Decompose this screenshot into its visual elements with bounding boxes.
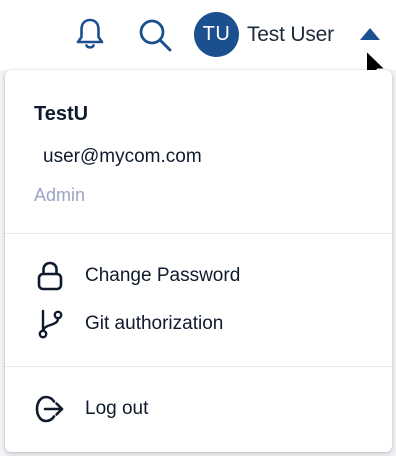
logout-label: Log out	[85, 398, 149, 419]
git-authorization-label: Git authorization	[85, 313, 224, 334]
logout-icon	[32, 391, 68, 427]
profile-email: user@mycom.com	[43, 146, 202, 167]
git-authorization-item[interactable]: Git authorization	[5, 302, 392, 346]
page: TU Test User TestU user@mycom.com Admin …	[0, 0, 396, 456]
profile-role: Admin	[34, 185, 86, 205]
notifications-button[interactable]	[72, 16, 108, 52]
divider	[5, 233, 392, 234]
git-branch-icon	[32, 306, 68, 342]
user-dropdown-menu: TestU user@mycom.com Admin Change Passwo…	[5, 70, 392, 452]
top-bar: TU Test User	[0, 0, 396, 84]
lock-icon	[32, 258, 68, 294]
logout-item[interactable]: Log out	[5, 387, 392, 431]
avatar[interactable]: TU	[194, 12, 239, 57]
caret-up-icon[interactable]	[359, 27, 381, 41]
search-icon	[139, 19, 172, 52]
user-name[interactable]: Test User	[247, 23, 334, 47]
change-password-label: Change Password	[85, 265, 241, 286]
change-password-item[interactable]: Change Password	[5, 254, 392, 298]
divider	[5, 366, 392, 367]
search-button[interactable]	[136, 16, 174, 54]
bell-icon	[76, 18, 104, 49]
profile-name: TestU	[34, 103, 89, 125]
